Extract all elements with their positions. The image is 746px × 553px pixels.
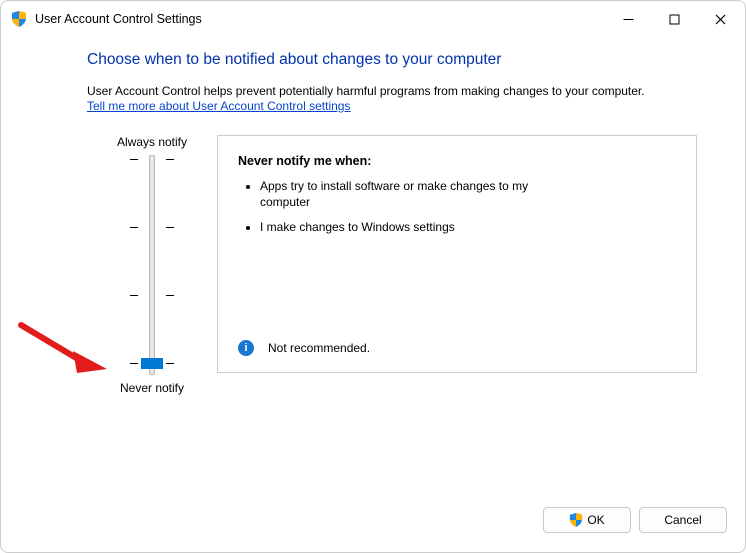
main-row: Always notify Never notify — [87, 135, 697, 395]
details-panel: Never notify me when: Apps try to instal… — [217, 135, 697, 373]
button-bar: OK Cancel — [1, 500, 745, 552]
recommendation-text: Not recommended. — [268, 341, 370, 355]
info-icon: i — [238, 340, 254, 356]
annotation-arrow-icon — [13, 317, 113, 377]
slider-tick — [130, 159, 138, 160]
panel-bullet: I make changes to Windows settings — [260, 219, 550, 235]
panel-title: Never notify me when: — [238, 154, 676, 168]
ok-button-label: OK — [587, 513, 604, 527]
notification-slider[interactable] — [122, 155, 182, 375]
slider-track — [149, 155, 155, 375]
slider-column: Always notify Never notify — [87, 135, 217, 395]
minimize-button[interactable] — [605, 4, 651, 34]
slider-tick — [166, 295, 174, 296]
window-title: User Account Control Settings — [35, 12, 202, 26]
maximize-button[interactable] — [651, 4, 697, 34]
slider-tick — [130, 363, 138, 364]
learn-more-link[interactable]: Tell me more about User Account Control … — [87, 99, 350, 113]
ok-button[interactable]: OK — [543, 507, 631, 533]
cancel-button-label: Cancel — [664, 513, 701, 527]
slider-thumb[interactable] — [141, 358, 163, 369]
page-heading: Choose when to be notified about changes… — [87, 51, 697, 69]
slider-top-label: Always notify — [117, 135, 187, 149]
uac-shield-icon — [11, 11, 27, 27]
titlebar: User Account Control Settings — [1, 1, 745, 37]
slider-bottom-label: Never notify — [120, 381, 184, 395]
slider-tick — [130, 295, 138, 296]
page-description: User Account Control helps prevent poten… — [87, 83, 697, 99]
content-area: Choose when to be notified about changes… — [1, 37, 745, 500]
panel-footer: i Not recommended. — [238, 340, 370, 356]
uac-shield-icon — [569, 513, 583, 527]
panel-bullet: Apps try to install software or make cha… — [260, 178, 550, 210]
slider-tick — [166, 159, 174, 160]
window-controls — [605, 4, 743, 34]
slider-tick — [130, 227, 138, 228]
slider-tick — [166, 363, 174, 364]
panel-bullet-list: Apps try to install software or make cha… — [260, 178, 676, 235]
cancel-button[interactable]: Cancel — [639, 507, 727, 533]
close-button[interactable] — [697, 4, 743, 34]
slider-tick — [166, 227, 174, 228]
